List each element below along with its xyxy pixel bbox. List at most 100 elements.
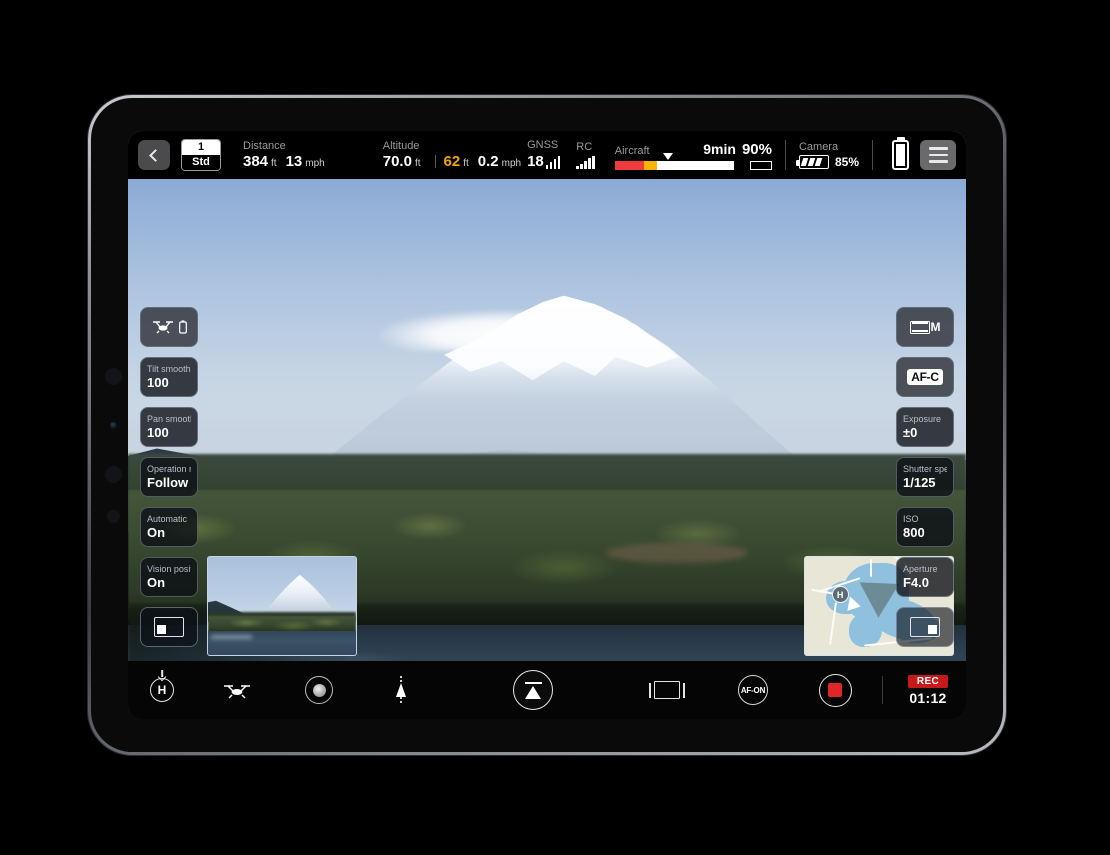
return-to-home-icon: H xyxy=(150,678,174,702)
operation-mode-value: Follow xyxy=(147,474,189,490)
tilt-smoothness-label: Tilt smooth xyxy=(147,363,191,374)
tile-pan-smoothness[interactable]: Pan smooth 100 xyxy=(140,407,198,447)
tile-aperture[interactable]: Aperture F4.0 xyxy=(896,557,954,597)
camera-label: Camera xyxy=(798,141,839,154)
camera-battery-icon xyxy=(795,154,829,169)
record-button[interactable] xyxy=(796,673,874,707)
telemetry-top-bar: 1 Std Distance 384 ft 13 mph Altitude 70… xyxy=(128,131,966,179)
gimbal-dial-icon xyxy=(305,676,333,704)
rc-label: RC xyxy=(576,141,593,154)
hamburger-menu-button[interactable] xyxy=(920,140,956,170)
iso-label: ISO xyxy=(903,513,919,524)
rec-elapsed-time: 01:12 xyxy=(909,689,947,706)
flight-mode-number: 1 xyxy=(182,140,220,155)
tile-video-mode[interactable]: M xyxy=(896,307,954,347)
picture-in-picture-view[interactable] xyxy=(207,556,357,656)
aircraft-battery-status-tile[interactable] xyxy=(140,307,198,347)
altitude-unit: ft xyxy=(414,157,421,169)
aircraft-time-remaining: 9min xyxy=(703,140,736,157)
back-button[interactable] xyxy=(138,140,170,170)
altitude-value: 70.0 xyxy=(382,152,412,170)
battery-track xyxy=(614,160,747,170)
pip-left-icon xyxy=(154,617,184,637)
navigate-pointer-button[interactable] xyxy=(360,676,442,704)
distance-value: 384 xyxy=(243,152,269,170)
battery-reserve-cap xyxy=(749,160,772,170)
tile-focus-mode[interactable]: AF-C xyxy=(896,357,954,397)
gnss-label: GNSS xyxy=(527,139,559,152)
vision-position-value: On xyxy=(147,574,166,590)
topbar-divider-2 xyxy=(872,140,873,170)
altitude-relative-value: 62 xyxy=(443,152,461,170)
rc-readout: RC xyxy=(576,141,595,169)
rc-signal-bars-icon xyxy=(576,155,595,169)
tile-iso[interactable]: ISO 800 xyxy=(896,507,954,547)
app-screen: 1 Std Distance 384 ft 13 mph Altitude 70… xyxy=(128,131,966,719)
tile-exposure[interactable]: Exposure ±0 xyxy=(896,407,954,447)
recenter-gimbal-button[interactable] xyxy=(442,670,624,710)
pip-right-icon xyxy=(910,617,940,637)
film-strip-icon: M xyxy=(909,320,941,334)
battery-critical-zone xyxy=(614,160,644,170)
tile-shutter-speed[interactable]: Shutter speed 1/125 xyxy=(896,457,954,497)
tile-automatic[interactable]: Automatic On xyxy=(140,507,198,547)
flight-mode-badge[interactable]: 1 Std xyxy=(181,139,221,171)
distance-label: Distance xyxy=(243,139,286,152)
vertical-speed-value: 0.2 xyxy=(477,152,499,170)
shutter-speed-label: Shutter speed xyxy=(903,463,947,474)
takeoff-landing-button[interactable] xyxy=(196,681,278,699)
altitude-readout: Altitude 70.0 ft 62 ft 0.2 mph xyxy=(383,140,527,170)
distance-unit: ft xyxy=(271,157,277,169)
gnss-signal-bars-icon xyxy=(545,155,561,169)
focus-mode-value: AF-C xyxy=(907,369,943,385)
aircraft-battery-percent: 90% xyxy=(741,140,772,158)
battery-warning-zone xyxy=(643,160,658,170)
vertical-speed-unit: mph xyxy=(501,157,522,169)
controller-battery-icon xyxy=(892,140,909,170)
screenshot-root: 1 Std Distance 384 ft 13 mph Altitude 70… xyxy=(0,0,1110,855)
bezel-sensor-dot-1 xyxy=(105,368,122,385)
tablet-device-frame: 1 Std Distance 384 ft 13 mph Altitude 70… xyxy=(88,95,1006,755)
exposure-value: ±0 xyxy=(903,424,918,440)
map-road-3 xyxy=(870,558,873,577)
altitude-divider xyxy=(434,155,436,169)
distance-speed-value: 13 xyxy=(285,152,303,170)
gnss-satellite-count: 18 xyxy=(527,152,544,170)
camera-battery-readout: Camera 85% xyxy=(795,141,859,169)
tile-operation-mode[interactable]: Operation mode Follow xyxy=(140,457,198,497)
distance-speed-unit: mph xyxy=(305,157,325,169)
chevron-left-icon xyxy=(149,148,162,162)
pip-layout-left-button[interactable] xyxy=(140,607,198,647)
battery-threshold-marker-icon xyxy=(663,152,674,160)
video-mode-value: M xyxy=(930,320,941,334)
aperture-label: Aperture xyxy=(903,563,938,574)
camera-battery-percent: 85% xyxy=(834,154,859,169)
tile-vision-position[interactable]: Vision position On xyxy=(140,557,198,597)
gimbal-dial-button[interactable] xyxy=(278,676,360,704)
aircraft-label: Aircraft xyxy=(614,144,650,157)
aircraft-battery-readout: Aircraft 9min 90% xyxy=(614,140,772,170)
recording-status: REC 01:12 xyxy=(890,674,966,706)
camera-settings-panel: M AF-C Exposure ±0 Shutter speed 1/125 xyxy=(896,307,954,647)
bezel-camera-lens xyxy=(110,422,117,429)
forest-clearing xyxy=(605,542,749,563)
pip-layout-right-button[interactable] xyxy=(896,607,954,647)
battery-empty-zone xyxy=(733,160,747,170)
return-to-home-button[interactable]: H xyxy=(128,678,196,702)
af-on-label: AF-ON xyxy=(738,675,768,705)
altitude-relative-unit: ft xyxy=(463,157,469,169)
drone-glyph xyxy=(153,321,173,334)
navigate-pointer-icon xyxy=(396,676,406,704)
tilt-smoothness-value: 100 xyxy=(147,374,169,390)
gnss-readout: GNSS 18 xyxy=(527,139,561,170)
drone-icon xyxy=(151,319,187,335)
tile-tilt-smoothness[interactable]: Tilt smooth 100 xyxy=(140,357,198,397)
aircraft-battery-bar xyxy=(614,152,772,170)
af-on-button[interactable]: AF-ON xyxy=(710,675,796,705)
recenter-gimbal-icon xyxy=(513,670,553,710)
topbar-divider-1 xyxy=(784,140,786,170)
signal-group: GNSS 18 RC xyxy=(527,139,595,171)
aspect-ratio-button[interactable] xyxy=(624,681,710,699)
control-bottom-bar: H AF-ON REC 01:12 xyxy=(128,661,966,719)
pan-smoothness-label: Pan smooth xyxy=(147,413,191,424)
